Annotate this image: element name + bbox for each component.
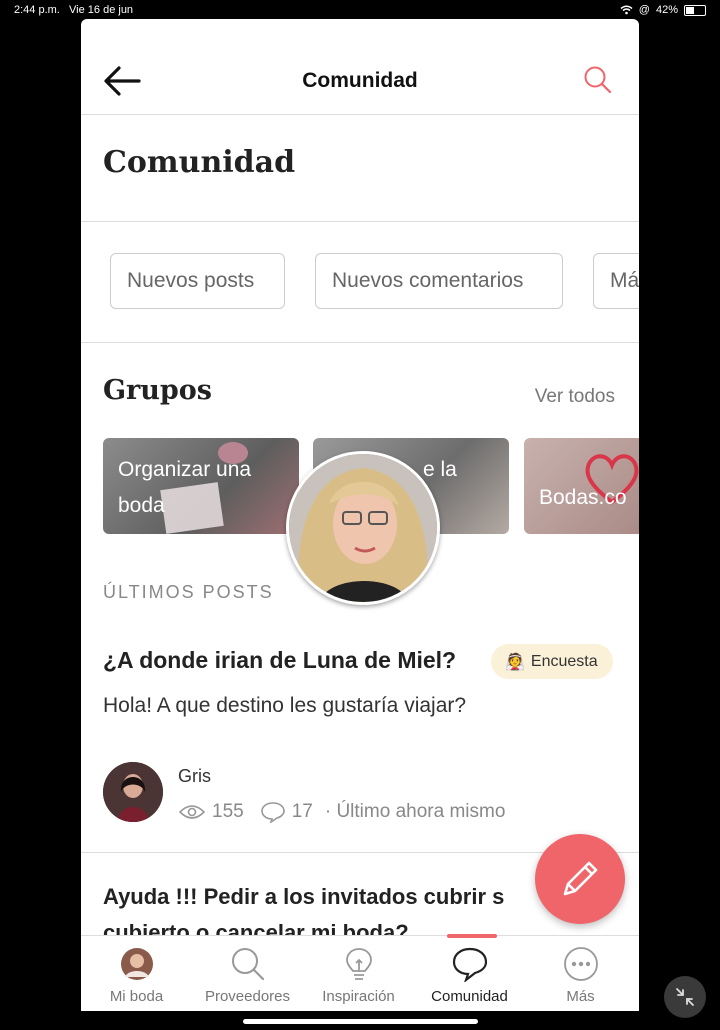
- lightbulb-icon: [303, 946, 414, 982]
- last-activity: · Último ahora mismo: [324, 801, 506, 822]
- post-body[interactable]: Hola! A que destino les gustaría viajar?: [103, 694, 466, 718]
- post-stats: 155 17 · Último ahora mismo: [178, 801, 505, 823]
- more-icon: [525, 946, 636, 982]
- tab-label: Más: [566, 988, 595, 1005]
- tab-label: Mi boda: [109, 988, 164, 1005]
- battery-icon: [684, 4, 706, 16]
- group-card-label: Bodas.co: [539, 486, 627, 509]
- chat-bubble-icon: [414, 946, 525, 982]
- tab-mas[interactable]: Más: [525, 936, 636, 1011]
- group-card-label: Organizar una boda: [118, 458, 252, 517]
- poll-badge: 👰 Encuesta: [491, 644, 613, 679]
- app-window: Comunidad Comunidad Nuevos posts Nuevos …: [81, 19, 639, 1011]
- group-card-label: e la: [423, 458, 457, 481]
- battery-percent: 42%: [655, 4, 678, 16]
- top-bar: Comunidad: [81, 19, 639, 115]
- tab-inspiracion[interactable]: Inspiración: [303, 936, 414, 1011]
- lock-rotation-icon: @: [638, 4, 650, 16]
- hero-section: Comunidad: [81, 115, 639, 222]
- groups-title: Grupos: [103, 375, 213, 406]
- pencil-icon: [563, 861, 598, 896]
- author-photo: [103, 762, 163, 822]
- groups-header: Grupos Ver todos: [81, 343, 639, 438]
- comment-icon: [260, 802, 285, 823]
- status-icons: @ 42%: [620, 4, 706, 16]
- hero-title: Comunidad: [103, 145, 296, 180]
- view-count: 155: [212, 801, 244, 822]
- status-time: 2:44 p.m. Vie 16 de jun: [14, 4, 134, 16]
- tab-mi-boda[interactable]: Mi boda: [81, 936, 192, 1011]
- floating-avatar[interactable]: [286, 451, 440, 605]
- tab-comunidad[interactable]: Comunidad: [414, 936, 525, 1011]
- tab-label: Proveedores: [204, 988, 291, 1005]
- ver-todos-link[interactable]: Ver todos: [535, 386, 615, 408]
- wifi-icon: [620, 5, 633, 15]
- tab-proveedores[interactable]: Proveedores: [192, 936, 303, 1011]
- eye-icon: [178, 805, 206, 819]
- collapse-arrows-icon: [676, 988, 694, 1006]
- group-card[interactable]: Bodas.co: [524, 438, 639, 534]
- filter-chips: Nuevos posts Nuevos comentarios Má: [81, 222, 639, 343]
- latest-posts-label: ÚLTIMOS POSTS: [103, 582, 274, 602]
- author-avatar[interactable]: [103, 762, 163, 822]
- comment-count: 17: [291, 801, 313, 822]
- chip-mas[interactable]: Má: [593, 253, 639, 309]
- minimize-button[interactable]: [664, 976, 706, 1018]
- home-indicator[interactable]: [243, 1019, 478, 1024]
- page-title: Comunidad: [302, 69, 418, 92]
- group-card[interactable]: Organizar una boda: [103, 438, 299, 534]
- bride-emoji-icon: 👰: [505, 653, 525, 671]
- tab-label: Inspiración: [322, 988, 395, 1005]
- post-title[interactable]: ¿A donde irian de Luna de Miel?: [103, 647, 456, 674]
- tab-label: Comunidad: [431, 988, 508, 1005]
- search-icon: [192, 946, 303, 982]
- avatar-icon: [81, 946, 192, 982]
- status-bar: 2:44 p.m. Vie 16 de jun @ 42%: [0, 0, 720, 20]
- search-icon[interactable]: [583, 65, 613, 95]
- tab-bar: Mi boda Proveedores Inspiración Comunida…: [81, 934, 639, 1011]
- chip-nuevos-comentarios[interactable]: Nuevos comentarios: [315, 253, 563, 309]
- chip-nuevos-posts[interactable]: Nuevos posts: [110, 253, 285, 309]
- author-name[interactable]: Gris: [178, 766, 211, 787]
- profile-photo: [289, 454, 437, 602]
- poll-badge-label: Encuesta: [530, 652, 598, 670]
- new-post-button[interactable]: [535, 834, 625, 924]
